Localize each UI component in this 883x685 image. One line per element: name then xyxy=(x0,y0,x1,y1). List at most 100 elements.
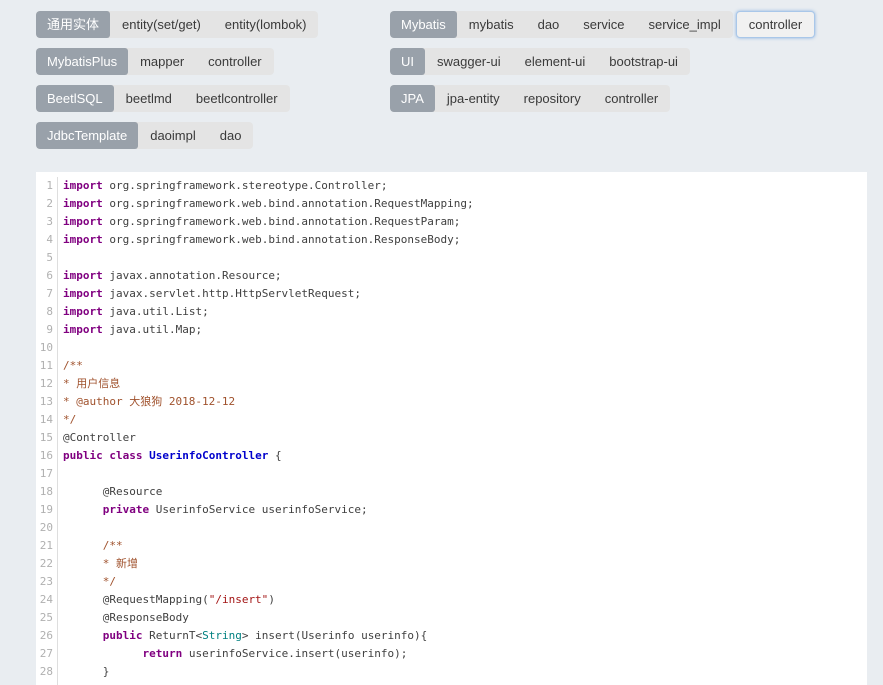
item-MybatisPlus-mapper[interactable]: mapper xyxy=(128,48,196,75)
code-editor[interactable]: 1import org.springframework.stereotype.C… xyxy=(36,172,867,685)
code-text: private UserinfoService userinfoService; xyxy=(63,501,368,519)
item-通用实体-entity(set/get)[interactable]: entity(set/get) xyxy=(110,11,213,38)
line-number: 16 xyxy=(36,447,58,465)
code-line: 26 public ReturnT<String> insert(Userinf… xyxy=(36,627,867,645)
item-UI-bootstrap-ui[interactable]: bootstrap-ui xyxy=(597,48,690,75)
code-line: 27 return userinfoService.insert(userinf… xyxy=(36,645,867,663)
line-number: 29 xyxy=(36,681,58,685)
item-JPA-jpa-entity[interactable]: jpa-entity xyxy=(435,85,512,112)
item-UI-swagger-ui[interactable]: swagger-ui xyxy=(425,48,513,75)
code-line: 29 xyxy=(36,681,867,685)
line-number: 6 xyxy=(36,267,58,285)
code-line: 6 import javax.annotation.Resource; xyxy=(36,267,867,285)
line-number: 11 xyxy=(36,357,58,375)
code-line: 7 import javax.servlet.http.HttpServletRe… xyxy=(36,285,867,303)
code-text: import javax.annotation.Resource; xyxy=(63,267,282,285)
item-JdbcTemplate-daoimpl[interactable]: daoimpl xyxy=(138,122,208,149)
line-number: 7 xyxy=(36,285,58,303)
group-label-通用实体[interactable]: 通用实体 xyxy=(36,11,110,38)
code-text: import org.springframework.web.bind.anno… xyxy=(63,213,460,231)
code-text: public class UserinfoController { xyxy=(63,447,282,465)
item-Mybatis-service[interactable]: service xyxy=(571,11,636,38)
code-line: 28 } xyxy=(36,663,867,681)
toolbar-row: JPAjpa-entityrepositorycontroller xyxy=(390,85,815,112)
code-text: return userinfoService.insert(userinfo); xyxy=(63,645,407,663)
toolbar-row: UIswagger-uielement-uibootstrap-ui xyxy=(390,48,815,75)
code-text: import org.springframework.web.bind.anno… xyxy=(63,231,460,249)
group-通用实体: 通用实体entity(set/get)entity(lombok) xyxy=(36,11,318,38)
line-number: 8 xyxy=(36,303,58,321)
code-text: /** xyxy=(63,357,83,375)
line-number: 19 xyxy=(36,501,58,519)
code-text: import java.util.Map; xyxy=(63,321,202,339)
line-number: 25 xyxy=(36,609,58,627)
item-Mybatis-service_impl[interactable]: service_impl xyxy=(636,11,732,38)
item-Mybatis-dao[interactable]: dao xyxy=(526,11,572,38)
line-number: 12 xyxy=(36,375,58,393)
group-label-UI[interactable]: UI xyxy=(390,48,425,75)
line-number: 5 xyxy=(36,249,58,267)
code-text: * @author 大狼狗 2018-12-12 xyxy=(63,393,235,411)
code-line: 18 @Resource xyxy=(36,483,867,501)
code-line: 9 import java.util.Map; xyxy=(36,321,867,339)
item-BeetlSQL-beetlcontroller[interactable]: beetlcontroller xyxy=(184,85,290,112)
line-number: 24 xyxy=(36,591,58,609)
code-text: import java.util.List; xyxy=(63,303,209,321)
code-line: 5 xyxy=(36,249,867,267)
code-text: import org.springframework.web.bind.anno… xyxy=(63,195,474,213)
group-label-BeetlSQL[interactable]: BeetlSQL xyxy=(36,85,114,112)
code-line: 25 @ResponseBody xyxy=(36,609,867,627)
group-label-JPA[interactable]: JPA xyxy=(390,85,435,112)
code-line: 2 import org.springframework.web.bind.ann… xyxy=(36,195,867,213)
code-text: */ xyxy=(63,573,116,591)
code-line: 24 @RequestMapping("/insert") xyxy=(36,591,867,609)
template-toolbar-right: Mybatismybatisdaoserviceservice_implcont… xyxy=(390,11,815,122)
item-BeetlSQL-beetlmd[interactable]: beetlmd xyxy=(114,85,184,112)
line-number: 14 xyxy=(36,411,58,429)
line-number: 10 xyxy=(36,339,58,357)
code-text: @Controller xyxy=(63,429,136,447)
code-line: 21 /** xyxy=(36,537,867,555)
code-text: import javax.servlet.http.HttpServletReq… xyxy=(63,285,361,303)
code-line: 16 public class UserinfoController { xyxy=(36,447,867,465)
item-JdbcTemplate-dao[interactable]: dao xyxy=(208,122,254,149)
code-line: 17 xyxy=(36,465,867,483)
line-number: 13 xyxy=(36,393,58,411)
code-line: 3 import org.springframework.web.bind.ann… xyxy=(36,213,867,231)
line-number: 3 xyxy=(36,213,58,231)
code-text: @RequestMapping("/insert") xyxy=(63,591,275,609)
line-number: 9 xyxy=(36,321,58,339)
line-number: 21 xyxy=(36,537,58,555)
toolbar-row: Mybatismybatisdaoserviceservice_implcont… xyxy=(390,11,815,38)
group-UI: UIswagger-uielement-uibootstrap-ui xyxy=(390,48,690,75)
group-label-JdbcTemplate[interactable]: JdbcTemplate xyxy=(36,122,138,149)
group-JPA: JPAjpa-entityrepositorycontroller xyxy=(390,85,670,112)
code-text: @Resource xyxy=(63,483,162,501)
toolbar-row: JdbcTemplatedaoimpldao xyxy=(36,122,318,149)
code-line: 13 * @author 大狼狗 2018-12-12 xyxy=(36,393,867,411)
item-JPA-controller[interactable]: controller xyxy=(593,85,670,112)
code-line: 20 xyxy=(36,519,867,537)
item-通用实体-entity(lombok)[interactable]: entity(lombok) xyxy=(213,11,319,38)
code-lines: 1import org.springframework.stereotype.C… xyxy=(36,177,867,685)
line-number: 4 xyxy=(36,231,58,249)
code-line: 11 /** xyxy=(36,357,867,375)
group-label-Mybatis[interactable]: Mybatis xyxy=(390,11,457,38)
item-JPA-repository[interactable]: repository xyxy=(512,85,593,112)
line-number: 2 xyxy=(36,195,58,213)
group-label-MybatisPlus[interactable]: MybatisPlus xyxy=(36,48,128,75)
line-number: 22 xyxy=(36,555,58,573)
item-MybatisPlus-controller[interactable]: controller xyxy=(196,48,273,75)
code-line: 4 import org.springframework.web.bind.ann… xyxy=(36,231,867,249)
code-line: 22 * 新增 xyxy=(36,555,867,573)
toolbar-row: 通用实体entity(set/get)entity(lombok) xyxy=(36,11,318,38)
item-Mybatis-controller[interactable]: controller xyxy=(736,11,815,38)
template-toolbar-left: 通用实体entity(set/get)entity(lombok) Mybatis… xyxy=(36,11,318,159)
item-Mybatis-mybatis[interactable]: mybatis xyxy=(457,11,526,38)
code-line: 15@Controller xyxy=(36,429,867,447)
item-UI-element-ui[interactable]: element-ui xyxy=(513,48,598,75)
line-number: 20 xyxy=(36,519,58,537)
line-number: 28 xyxy=(36,663,58,681)
line-number: 17 xyxy=(36,465,58,483)
code-line: 12* 用户信息 xyxy=(36,375,867,393)
